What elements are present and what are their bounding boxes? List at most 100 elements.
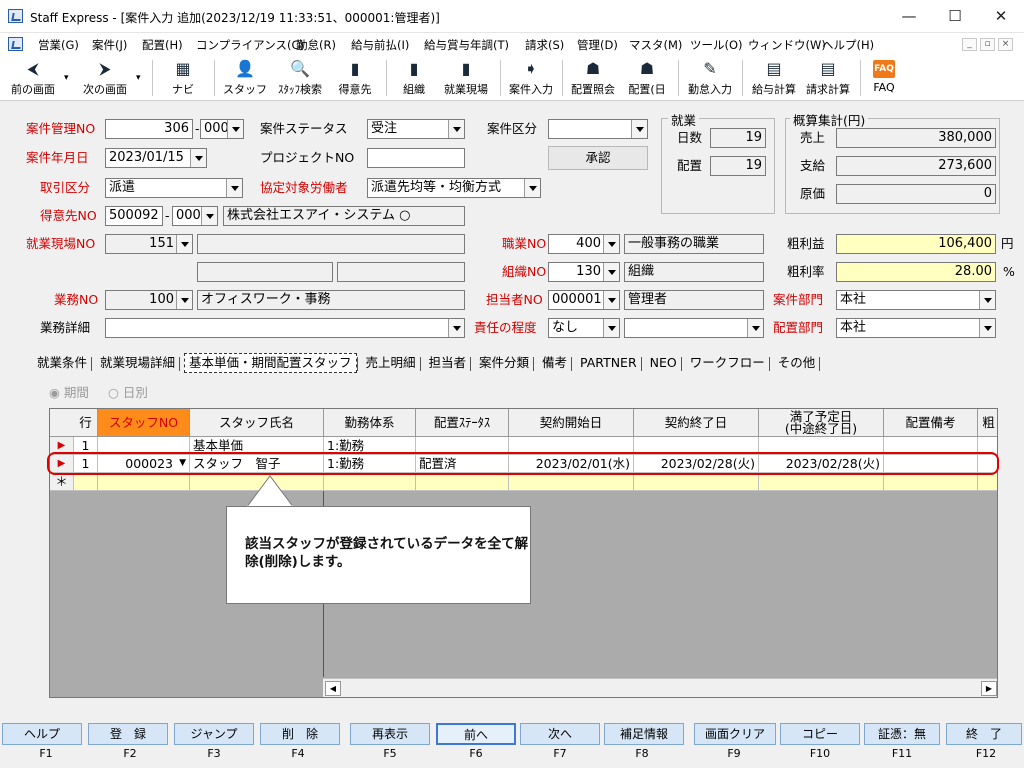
resp-select[interactable]: なし [548,318,620,338]
voucher-button[interactable]: 証憑：無 [864,723,940,745]
status-select[interactable]: 受注 [367,119,465,139]
next-dropdown-icon[interactable]: ▾ [136,73,141,83]
tab-base-rate-staff[interactable]: 基本単価・期間配置スタッフ [184,353,357,373]
grid-header-gross[interactable]: 粗 [978,409,997,437]
tab-sales-detail[interactable]: 売上明細 [362,354,420,374]
case-no-input[interactable]: 306 [105,119,193,139]
staff-no-select[interactable]: 000001 [548,290,620,310]
work-no-select[interactable]: 100 [105,290,193,310]
placement-day-button[interactable]: ☗ 配置(日 [624,58,670,100]
mdi-restore-button[interactable]: ▫ [980,38,995,51]
exit-button[interactable]: 終 了 [946,723,1022,745]
faq-button[interactable]: FAQ FAQ [866,58,902,100]
placement-query-button[interactable]: ☗ 配置照会 [568,58,618,100]
grid-header-note[interactable]: 配置備考 [884,409,978,437]
tab-work-conditions[interactable]: 就業条件 [33,354,91,374]
project-input[interactable] [367,148,465,168]
worksite-extra-field-2 [337,262,465,282]
payroll-calc-button[interactable]: ▤ 給与計算 [748,58,800,100]
mdi-minimize-button[interactable]: _ [962,38,977,51]
tab-other[interactable]: その他 [774,354,820,374]
grid-header-start[interactable]: 契約開始日 [509,409,634,437]
period-radio[interactable]: ◉ 期間 [49,382,89,401]
agreement-select[interactable]: 派遣先均等・均衡方式 [367,178,541,198]
supplement-button[interactable]: 補足情報 [604,723,684,745]
profit-label: 粗利益 [787,236,825,251]
resp-label: 責任の程度 [474,320,537,335]
delete-button[interactable]: 削 除 [260,723,340,745]
jump-button[interactable]: ジャンプ [174,723,254,745]
client-no-input[interactable]: 500092 [105,206,163,226]
work-detail-select[interactable] [105,318,465,338]
grid-header-staff-no[interactable]: スタッフNO [98,409,190,437]
tab-neo[interactable]: NEO [646,354,681,374]
tab-notes[interactable]: 備考 [538,354,571,374]
menu-placement[interactable]: 配置(H) [142,37,183,53]
menu-payroll[interactable]: 給与賞与年調(T) [424,37,509,53]
close-button[interactable]: ✕ [978,0,1024,33]
menu-case[interactable]: 案件(J) [92,37,127,53]
menu-attendance[interactable]: 勤怠(R) [296,37,336,53]
horizontal-scrollbar[interactable]: ◀ ▶ [323,678,997,697]
menu-billing[interactable]: 請求(S) [525,37,564,53]
case-no-sub-select[interactable]: 000 [200,119,244,139]
category-select[interactable] [548,119,648,139]
next-screen-button[interactable]: ⮞ 次の画面 [78,58,132,100]
toolbar-separator [562,60,563,96]
grid-header-shift[interactable]: 勤務体系 [324,409,416,437]
org-button[interactable]: ▮ 組織 [394,58,434,100]
clear-screen-button[interactable]: 画面クリア [694,723,776,745]
grid-header-status[interactable]: 配置ｽﾃｰﾀｽ [416,409,509,437]
date-input[interactable]: 2023/01/15 [105,148,207,168]
next-button[interactable]: 次へ [520,723,600,745]
help-button[interactable]: ヘルプ [2,723,82,745]
grid-header-end[interactable]: 契約終了日 [634,409,759,437]
tab-workflow[interactable]: ワークフロー [686,354,769,374]
menu-tools[interactable]: ツール(O) [690,37,743,53]
menu-window[interactable]: ウィンドウ(W) [748,37,826,53]
tab-worksite-detail[interactable]: 就業現場詳細 [96,354,179,374]
grid-header-staff-name[interactable]: スタッフ氏名 [190,409,324,437]
refresh-button[interactable]: 再表示 [350,723,430,745]
job-no-select[interactable]: 400 [548,234,620,254]
prev-dropdown-icon[interactable]: ▾ [64,73,69,83]
scroll-left-icon[interactable]: ◀ [325,681,341,696]
navi-button[interactable]: ▦ ナビ [160,58,206,100]
approve-button[interactable]: 承認 [548,146,648,170]
menu-master[interactable]: マスタ(M) [629,37,682,53]
daily-radio[interactable]: ○ 日別 [108,382,148,401]
menu-advance-pay[interactable]: 給与前払(I) [351,37,409,53]
mdi-close-button[interactable]: × [998,38,1013,51]
register-button[interactable]: 登 録 [88,723,168,745]
tab-person-in-charge[interactable]: 担当者 [425,354,471,374]
previous-button[interactable]: 前へ [436,723,516,745]
minimize-button[interactable]: — [886,0,932,33]
menu-sales[interactable]: 営業(G) [38,37,79,53]
deal-type-select[interactable]: 派遣 [105,178,243,198]
client-button[interactable]: ▮ 得意先 [332,58,378,100]
scroll-right-icon[interactable]: ▶ [981,681,997,696]
menu-help[interactable]: ヘルプ(H) [822,37,874,53]
menu-admin[interactable]: 管理(D) [577,37,618,53]
client-sub-select[interactable]: 000 [172,206,218,226]
worksite-no-select[interactable]: 151 [105,234,193,254]
place-dept-select[interactable]: 本社 [836,318,996,338]
staff-button[interactable]: 👤 スタッフ [222,58,268,100]
mdi-app-icon[interactable] [8,37,23,51]
case-input-button[interactable]: ➧ 案件入力 [506,58,556,100]
billing-calc-button[interactable]: ▤ 請求計算 [802,58,854,100]
worksite-button[interactable]: ▮ 就業現場 [440,58,492,100]
attendance-input-button[interactable]: ✎ 勤怠入力 [684,58,736,100]
prev-screen-button[interactable]: ⮜ 前の画面 [6,58,60,100]
menu-compliance[interactable]: コンプライアンス(C) [196,37,304,53]
maximize-button[interactable]: ☐ [932,0,978,33]
grid-header-expiry[interactable]: 満了予定日 (中途終了日) [759,409,884,437]
dept-select[interactable]: 本社 [836,290,996,310]
resp-detail-select[interactable] [624,318,764,338]
staff-search-button[interactable]: 🔍 ｽﾀｯﾌ検索 [272,58,328,100]
org-no-select[interactable]: 130 [548,262,620,282]
copy-button[interactable]: コピー [780,723,860,745]
work-label: 業務NO [54,292,99,307]
tab-case-category[interactable]: 案件分類 [475,354,533,374]
tab-partner[interactable]: PARTNER [576,354,641,374]
